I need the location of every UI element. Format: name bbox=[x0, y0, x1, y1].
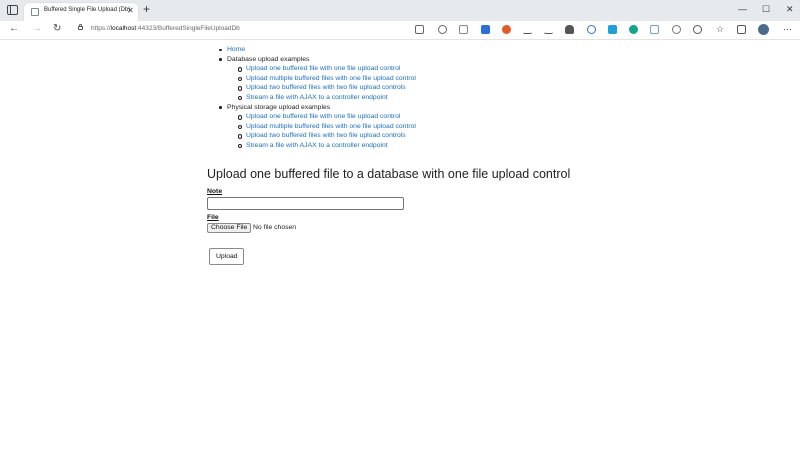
extension-icon-2[interactable] bbox=[481, 25, 490, 34]
grammarly-icon[interactable] bbox=[629, 25, 638, 34]
list-item: Upload one buffered file with one file u… bbox=[227, 112, 416, 122]
list-item: Upload two buffered files with two file … bbox=[227, 83, 416, 93]
address-bar[interactable]: https://localhost:44323/BufferedSingleFi… bbox=[71, 22, 431, 37]
window-close-icon[interactable]: ✕ bbox=[786, 3, 794, 15]
download-icon-1[interactable] bbox=[523, 25, 532, 34]
favorites-icon[interactable]: ☆ bbox=[716, 25, 725, 34]
address-url[interactable]: https://localhost:44323/BufferedSingleFi… bbox=[91, 25, 240, 32]
extension-icon-1[interactable] bbox=[459, 25, 468, 34]
extension-icon-3[interactable] bbox=[608, 25, 617, 34]
emoji-icon[interactable] bbox=[438, 25, 447, 34]
read-aloud-icon[interactable] bbox=[415, 25, 424, 34]
page-favicon-icon bbox=[31, 8, 39, 16]
list-item: Upload two buffered files with two file … bbox=[227, 131, 416, 141]
more-menu-icon[interactable]: ⋯ bbox=[783, 25, 792, 34]
collections-icon[interactable] bbox=[737, 25, 746, 34]
db-stream-ajax-link[interactable]: Stream a file with AJAX to a controller … bbox=[246, 94, 388, 101]
note-input[interactable] bbox=[207, 197, 404, 210]
download-icon-2[interactable] bbox=[544, 25, 553, 34]
list-item: Upload one buffered file with one file u… bbox=[227, 64, 416, 74]
profile-avatar[interactable] bbox=[758, 24, 769, 35]
physical-section-label: Physical storage upload examples bbox=[227, 103, 331, 111]
tab-title: Buffered Single File Upload (Db) bbox=[44, 7, 131, 13]
list-item: Upload multiple buffered files with one … bbox=[227, 122, 416, 132]
extension-icon-4[interactable] bbox=[650, 25, 659, 34]
lock-icon[interactable] bbox=[78, 24, 83, 30]
db-upload-one-buffered-link[interactable]: Upload one buffered file with one file u… bbox=[246, 65, 400, 72]
nav-section-database: Database upload examples Upload one buff… bbox=[215, 55, 416, 103]
extension-icon-swift[interactable] bbox=[502, 25, 511, 34]
tab-close-icon[interactable]: ✕ bbox=[127, 6, 134, 16]
settings-ext-icon[interactable] bbox=[672, 25, 681, 34]
upload-button[interactable]: Upload bbox=[209, 248, 244, 265]
browser-toolbar: ← → ↻ https://localhost:44323/BufferedSi… bbox=[0, 21, 800, 40]
home-link[interactable]: Home bbox=[227, 46, 245, 53]
list-item: Upload multiple buffered files with one … bbox=[227, 74, 416, 84]
forward-arrow-icon[interactable]: → bbox=[32, 23, 42, 35]
url-scheme: https:// bbox=[91, 25, 111, 32]
browser-tab[interactable]: Buffered Single File Upload (Db) ✕ bbox=[24, 3, 138, 21]
url-host: localhost bbox=[110, 25, 137, 32]
cloud-icon[interactable] bbox=[565, 25, 574, 34]
browser-titlebar: Buffered Single File Upload (Db) ✕ + — ☐… bbox=[0, 0, 800, 21]
ps-upload-two-buffered-link[interactable]: Upload two buffered files with two file … bbox=[246, 132, 406, 139]
refresh-icon[interactable]: ↻ bbox=[53, 23, 61, 35]
list-item: Stream a file with AJAX to a controller … bbox=[227, 141, 416, 151]
minimize-icon[interactable]: — bbox=[738, 3, 747, 15]
extensions-puzzle-icon[interactable] bbox=[693, 25, 702, 34]
list-item: Stream a file with AJAX to a controller … bbox=[227, 93, 416, 103]
back-arrow-icon[interactable]: ← bbox=[9, 23, 19, 35]
url-path: :44323/BufferedSingleFileUploadDb bbox=[136, 25, 240, 32]
page-content: Home Database upload examples Upload one… bbox=[0, 40, 800, 459]
new-tab-icon[interactable]: + bbox=[143, 2, 150, 17]
maximize-icon[interactable]: ☐ bbox=[762, 3, 770, 15]
tab-actions-icon[interactable] bbox=[7, 5, 18, 15]
page-title: Upload one buffered file to a database w… bbox=[207, 167, 571, 181]
choose-file-button[interactable]: Choose File bbox=[207, 223, 252, 233]
db-upload-two-buffered-link[interactable]: Upload two buffered files with two file … bbox=[246, 84, 406, 91]
nav-section-physical: Physical storage upload examples Upload … bbox=[215, 103, 416, 151]
site-nav: Home Database upload examples Upload one… bbox=[215, 45, 416, 151]
db-upload-multiple-buffered-link[interactable]: Upload multiple buffered files with one … bbox=[246, 75, 416, 82]
file-label: File bbox=[207, 214, 219, 221]
ps-upload-multiple-buffered-link[interactable]: Upload multiple buffered files with one … bbox=[246, 123, 416, 130]
search-ext-icon[interactable] bbox=[587, 25, 596, 34]
file-status-text: No file chosen bbox=[253, 224, 297, 231]
ps-upload-one-buffered-link[interactable]: Upload one buffered file with one file u… bbox=[246, 113, 400, 120]
ps-stream-ajax-link[interactable]: Stream a file with AJAX to a controller … bbox=[246, 142, 388, 149]
nav-item-home: Home bbox=[215, 45, 416, 55]
database-section-label: Database upload examples bbox=[227, 55, 310, 63]
note-label: Note bbox=[207, 188, 223, 195]
